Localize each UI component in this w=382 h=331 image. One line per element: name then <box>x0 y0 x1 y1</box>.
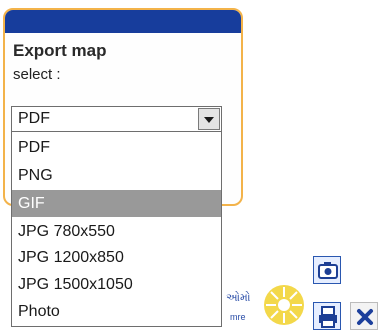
camera-icon <box>318 262 338 279</box>
sun-logo-icon <box>264 285 304 325</box>
chevron-down-icon[interactable] <box>198 108 220 130</box>
close-icon <box>357 309 373 325</box>
option-png[interactable]: PNG <box>12 162 221 189</box>
option-jpg-780x550[interactable]: JPG 780x550 <box>12 218 221 245</box>
option-gif[interactable]: GIF <box>12 190 221 217</box>
format-select-value: PDF <box>18 110 50 127</box>
option-pdf[interactable]: PDF <box>12 134 221 161</box>
snapshot-button[interactable] <box>313 256 341 284</box>
close-button[interactable] <box>350 302 378 330</box>
panel-select-label: select : <box>13 66 61 83</box>
option-jpg-1500x1050[interactable]: JPG 1500x1050 <box>12 271 221 298</box>
logo-text-line1: ઓમો <box>226 292 251 304</box>
logo-text-line2: mre <box>230 312 246 322</box>
panel-title: Export map <box>13 41 107 60</box>
print-button[interactable] <box>313 302 341 330</box>
option-photo[interactable]: Photo <box>12 298 221 325</box>
format-dropdown-list: PDF PNG GIF JPG 780x550 JPG 1200x850 JPG… <box>11 132 222 327</box>
panel-header-bar <box>5 10 241 33</box>
option-jpg-1200x850[interactable]: JPG 1200x850 <box>12 244 221 271</box>
format-select[interactable]: PDF <box>11 106 222 132</box>
print-icon <box>319 306 337 328</box>
